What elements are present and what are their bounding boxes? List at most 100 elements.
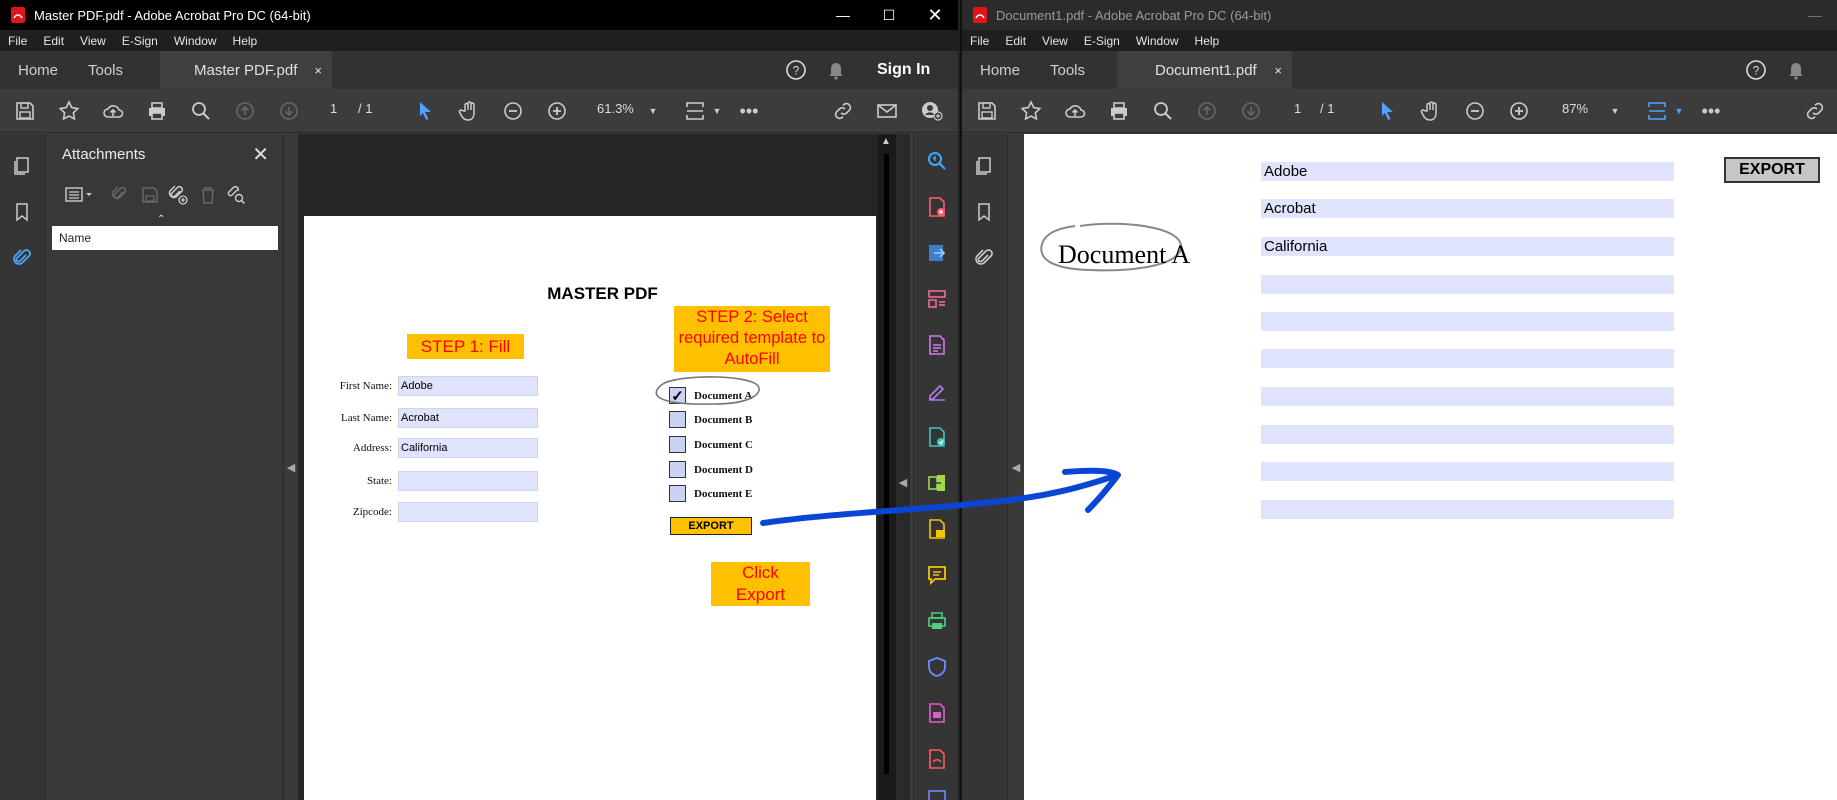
- zoom-out-icon[interactable]: [500, 99, 526, 123]
- menu-help[interactable]: Help: [225, 34, 266, 48]
- more-tools-icon[interactable]: •••: [1698, 99, 1724, 123]
- page-number-input[interactable]: 1: [330, 101, 337, 116]
- hand-tool-icon[interactable]: [456, 99, 482, 123]
- menu-esign[interactable]: E-Sign: [1076, 34, 1128, 48]
- acrobat-file-icon[interactable]: [924, 746, 950, 772]
- output-field-8[interactable]: [1261, 425, 1674, 444]
- send-for-signature-icon[interactable]: [924, 424, 950, 450]
- next-page-icon[interactable]: [276, 99, 302, 123]
- menu-window[interactable]: Window: [1128, 34, 1187, 48]
- sort-caret-icon[interactable]: ⌃: [157, 214, 165, 225]
- bookmarks-icon[interactable]: [10, 200, 34, 224]
- menu-edit[interactable]: Edit: [997, 34, 1034, 48]
- tab-home[interactable]: Home: [18, 51, 58, 89]
- page-fit-dropdown-icon[interactable]: ▼: [704, 99, 730, 123]
- minimize-button[interactable]: —: [820, 0, 866, 30]
- last-name-field[interactable]: Acrobat: [398, 408, 538, 428]
- minimize-button[interactable]: —: [1792, 0, 1837, 30]
- output-field-9[interactable]: [1261, 462, 1674, 481]
- tab-home[interactable]: Home: [980, 51, 1020, 89]
- select-cursor-icon[interactable]: [1374, 99, 1400, 123]
- tab-tools[interactable]: Tools: [1050, 51, 1085, 89]
- email-icon[interactable]: [874, 99, 900, 123]
- checkbox-document-c[interactable]: [669, 436, 686, 453]
- save-icon[interactable]: [12, 99, 38, 123]
- scroll-up-arrow-icon[interactable]: ▲: [881, 136, 891, 147]
- zoom-in-icon[interactable]: [544, 99, 570, 123]
- help-icon[interactable]: ?: [1745, 51, 1767, 89]
- next-page-icon[interactable]: [1238, 99, 1264, 123]
- search-attachment-icon[interactable]: [223, 182, 249, 208]
- page-thumbnails-icon[interactable]: [10, 154, 34, 178]
- output-field-6[interactable]: [1261, 349, 1674, 368]
- export-button[interactable]: EXPORT: [1724, 157, 1820, 183]
- output-field-2[interactable]: Acrobat: [1261, 199, 1674, 218]
- options-menu-icon[interactable]: [61, 182, 97, 208]
- first-name-field[interactable]: Adobe: [398, 376, 538, 396]
- bookmark-star-icon[interactable]: [56, 99, 82, 123]
- panel-collapse-handle[interactable]: ◀: [284, 134, 298, 800]
- notifications-bell-icon[interactable]: [826, 51, 846, 89]
- address-field[interactable]: California: [398, 438, 538, 458]
- menu-esign[interactable]: E-Sign: [114, 34, 166, 48]
- print-icon[interactable]: [1106, 99, 1132, 123]
- output-field-1[interactable]: Adobe: [1261, 162, 1674, 181]
- checkbox-document-e[interactable]: [669, 485, 686, 502]
- print-production-icon[interactable]: [924, 608, 950, 634]
- template-document-c[interactable]: Document C: [669, 436, 753, 453]
- notifications-bell-icon[interactable]: [1786, 51, 1806, 89]
- cloud-upload-icon[interactable]: [1062, 99, 1088, 123]
- prepare-form-icon[interactable]: [924, 700, 950, 726]
- zoom-in-icon[interactable]: [1506, 99, 1532, 123]
- share-link-icon[interactable]: [1802, 99, 1828, 123]
- tools-pane-collapse-handle[interactable]: ◀: [896, 134, 910, 800]
- select-cursor-icon[interactable]: [412, 99, 438, 123]
- bookmark-star-icon[interactable]: [1018, 99, 1044, 123]
- fill-sign-icon[interactable]: [924, 378, 950, 404]
- tab-document[interactable]: Master PDF.pdf ×: [160, 51, 332, 89]
- scrollbar-thumb[interactable]: [884, 154, 889, 774]
- create-pdf-icon[interactable]: [924, 194, 950, 220]
- output-field-3[interactable]: California: [1261, 237, 1674, 256]
- open-attachment-icon[interactable]: [107, 182, 133, 208]
- bookmarks-icon[interactable]: [972, 200, 996, 224]
- maximize-button[interactable]: ☐: [866, 0, 912, 30]
- attachments-name-column-header[interactable]: Name: [52, 226, 278, 250]
- menu-window[interactable]: Window: [166, 34, 225, 48]
- zoom-level[interactable]: 87%: [1562, 101, 1588, 116]
- panel-expand-handle[interactable]: ◀: [1009, 134, 1023, 800]
- print-icon[interactable]: [144, 99, 170, 123]
- page-number-input[interactable]: 1: [1294, 101, 1301, 116]
- attachments-close-icon[interactable]: ✕: [252, 142, 269, 167]
- menu-edit[interactable]: Edit: [35, 34, 72, 48]
- organize-pages-icon[interactable]: [924, 286, 950, 312]
- attachments-paperclip-icon[interactable]: [10, 246, 34, 270]
- menu-file[interactable]: File: [962, 34, 997, 48]
- previous-page-icon[interactable]: [1194, 99, 1220, 123]
- vertical-scrollbar[interactable]: ▲: [878, 134, 896, 800]
- export-pdf-icon[interactable]: [924, 240, 950, 266]
- checkbox-document-d[interactable]: [669, 461, 686, 478]
- zoom-level[interactable]: 61.3%: [597, 101, 634, 116]
- cloud-upload-icon[interactable]: [100, 99, 126, 123]
- menu-view[interactable]: View: [1034, 34, 1076, 48]
- add-attachment-icon[interactable]: [165, 182, 191, 208]
- enhance-scan-icon[interactable]: [924, 148, 950, 174]
- more-tools-partial-icon[interactable]: [924, 786, 950, 800]
- sign-in-button[interactable]: Sign In: [877, 51, 930, 89]
- compare-files-icon[interactable]: [924, 470, 950, 496]
- page-fit-dropdown-icon[interactable]: ▼: [1666, 99, 1692, 123]
- comment-file-icon[interactable]: [924, 516, 950, 542]
- save-attachment-icon[interactable]: [137, 182, 163, 208]
- save-icon[interactable]: [974, 99, 1000, 123]
- protect-shield-icon[interactable]: [924, 654, 950, 680]
- edit-pdf-icon[interactable]: [924, 332, 950, 358]
- delete-attachment-icon[interactable]: [195, 182, 221, 208]
- zoom-out-icon[interactable]: [1462, 99, 1488, 123]
- zoom-search-icon[interactable]: [188, 99, 214, 123]
- tab-close-button[interactable]: ×: [314, 63, 322, 78]
- menu-help[interactable]: Help: [1187, 34, 1228, 48]
- template-document-e[interactable]: Document E: [669, 485, 752, 502]
- tab-tools[interactable]: Tools: [88, 51, 123, 89]
- tab-document[interactable]: Document1.pdf ×: [1117, 51, 1292, 89]
